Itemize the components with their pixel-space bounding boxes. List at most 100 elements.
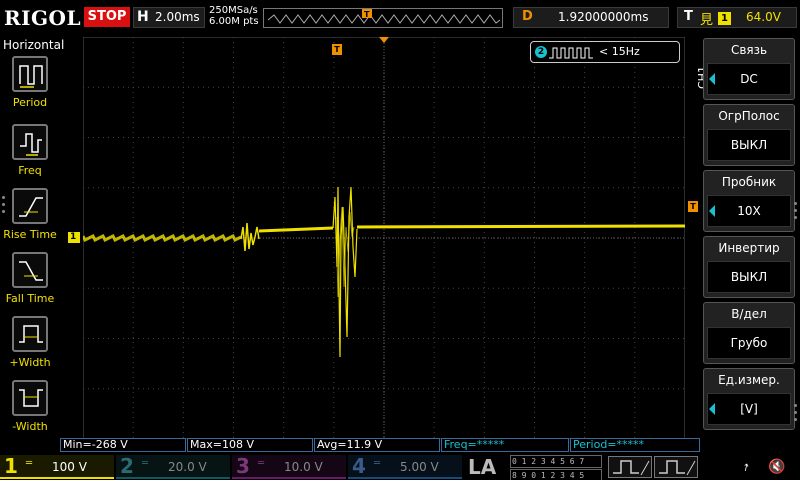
ch2-frequency-indicator: 2 < 15Hz <box>530 41 680 63</box>
delay-label: D <box>522 9 533 24</box>
measure-freq-button[interactable]: Freq <box>0 124 60 188</box>
menu-item-4[interactable]: Инвертир ВЫКЛ <box>703 236 795 298</box>
ch3-number: 3 <box>236 454 250 478</box>
positive-width-icon <box>12 316 48 352</box>
ch2-coupling-icon: ═ <box>142 458 149 469</box>
pulse-train-icon <box>549 47 593 59</box>
waveform-high-2 <box>356 224 685 229</box>
negative-width-icon <box>12 380 48 416</box>
ch2-scale: 20.0 V <box>168 460 207 474</box>
menu-scroll-dots-top <box>794 202 799 223</box>
menu-item-value: Грубо <box>707 327 791 359</box>
waveform-grid <box>83 37 685 439</box>
menu-item-title: Пробник <box>721 175 777 189</box>
decode-pulse-icon <box>613 460 650 476</box>
decode-pulse-icon <box>659 460 696 476</box>
measure-fall-time-label: Fall Time <box>5 292 55 305</box>
menu-item-3[interactable]: Пробник 10X <box>703 170 795 232</box>
trigger-box[interactable]: T ⾒ 1 64.0V <box>677 7 797 28</box>
logic-analyzer-label[interactable]: LA <box>468 455 496 479</box>
measure-negative-width-label: -Width <box>12 420 48 433</box>
decode-2-button[interactable] <box>654 456 698 478</box>
trigger-edge-icon: ⾒ <box>700 13 714 28</box>
meas-avg[interactable]: Avg=11.9 V <box>314 438 440 452</box>
menu-item-title: Связь <box>730 43 768 57</box>
measure-negative-width-button[interactable]: -Width <box>0 380 60 444</box>
ch1-number: 1 <box>4 454 18 478</box>
meas-max[interactable]: Max=108 V <box>187 438 313 452</box>
meas-period[interactable]: Period=***** <box>570 438 700 452</box>
la-row-1: 0 1 2 3 4 5 6 7 <box>510 455 602 468</box>
ch2-number: 2 <box>120 454 134 478</box>
measure-rise-time-button[interactable]: Rise Time <box>0 188 60 252</box>
ch1-offset-marker[interactable]: 1 <box>68 232 80 243</box>
panel-title: Horizontal <box>3 38 65 52</box>
menu-item-2[interactable]: ОгрПолос ВЫКЛ <box>703 104 795 166</box>
trigger-position-marker[interactable]: T <box>332 44 342 55</box>
rise-time-icon <box>12 188 48 224</box>
logic-analyzer-channels[interactable]: 0 1 2 3 4 5 6 7 8 9 0 1 2 3 4 5 <box>510 455 602 480</box>
ch2-frequency-text: < 15Hz <box>599 45 640 58</box>
top-status-bar: RIGOL STOP H 2.00ms 250MSa/s 6.00M pts T… <box>0 0 800 36</box>
measure-positive-width-button[interactable]: +Width <box>0 316 60 380</box>
menu-arrow-icon <box>709 73 715 85</box>
ch2-badge: 2 <box>535 46 547 58</box>
measure-positive-width-label: +Width <box>9 356 51 369</box>
menu-item-value: [V] <box>707 393 791 425</box>
measure-period-button[interactable]: Period <box>0 56 60 120</box>
usb-icon: ⭎ <box>744 459 749 475</box>
meas-freq[interactable]: Freq=***** <box>441 438 569 452</box>
timebase-box[interactable]: H 2.00ms <box>133 7 205 28</box>
ch1-status[interactable]: 1 ═ 100 V <box>0 454 114 479</box>
menu-item-title: ОгрПолос <box>718 109 780 123</box>
menu-item-value: ВЫКЛ <box>707 261 791 293</box>
brand-logo: RIGOL <box>4 6 82 30</box>
timebase-label: H <box>137 9 149 25</box>
trigger-source: 1 <box>718 12 731 25</box>
memory-depth: 6.00M pts <box>209 16 259 27</box>
ch4-scale: 5.00 V <box>400 460 439 474</box>
trigger-label: T <box>684 9 693 24</box>
menu-item-title: В/дел <box>731 307 767 321</box>
channel-status-bar: 1 ═ 100 V 2 ═ 20.0 V 3 ═ 10.0 V 4 ═ 5.00… <box>0 453 800 480</box>
ch3-coupling-icon: ═ <box>258 458 265 469</box>
menu-item-value: 10X <box>707 195 791 227</box>
menu-item-value: DC <box>707 63 791 95</box>
measurement-bar: Min=-268 V Max=108 V Avg=11.9 V Freq=***… <box>60 438 700 452</box>
center-marker-icon <box>379 37 389 43</box>
ch4-coupling-icon: ═ <box>374 458 381 469</box>
ch4-status[interactable]: 4 ═ 5.00 V <box>348 454 462 479</box>
delay-box[interactable]: D 1.92000000ms <box>513 7 669 28</box>
menu-arrow-icon <box>709 403 715 415</box>
freq-icon <box>12 124 48 160</box>
menu-item-6[interactable]: Ед.измер. [V] <box>703 368 795 430</box>
ch3-scale: 10.0 V <box>284 460 323 474</box>
menu-item-value: ВЫКЛ <box>707 129 791 161</box>
trigger-level-marker[interactable]: T <box>688 201 698 212</box>
acquisition-info: 250MSa/s 6.00M pts <box>209 5 259 27</box>
la-row-2: 8 9 0 1 2 3 4 5 <box>510 469 602 480</box>
memory-overview[interactable]: T <box>263 8 503 28</box>
waveform-display[interactable] <box>83 37 685 439</box>
measure-period-label: Period <box>12 96 48 109</box>
menu-arrow-icon <box>709 205 715 217</box>
meas-min[interactable]: Min=-268 V <box>60 438 186 452</box>
measure-rise-time-label: Rise Time <box>3 228 57 241</box>
ch1-coupling-icon: ═ <box>26 458 33 469</box>
sample-rate: 250MSa/s <box>209 5 258 16</box>
ch3-status[interactable]: 3 ═ 10.0 V <box>232 454 346 479</box>
menu-item-1[interactable]: Связь DC <box>703 38 795 100</box>
run-stop-badge[interactable]: STOP <box>84 7 130 27</box>
measure-fall-time-button[interactable]: Fall Time <box>0 252 60 316</box>
decode-1-button[interactable] <box>608 456 652 478</box>
menu-item-5[interactable]: В/дел Грубо <box>703 302 795 364</box>
fall-time-icon <box>12 252 48 288</box>
period-icon <box>12 56 48 92</box>
ch4-number: 4 <box>352 454 366 478</box>
ch1-scale: 100 V <box>52 460 87 474</box>
menu-item-title: Ед.измер. <box>718 373 780 387</box>
horizontal-measure-panel: Horizontal Period Freq Rise Time Fall Ti… <box>0 36 64 440</box>
speaker-muted-icon[interactable]: 🔇 <box>768 459 785 475</box>
ch2-status[interactable]: 2 ═ 20.0 V <box>116 454 230 479</box>
channel-menu: Связь DC ОгрПолос ВЫКЛ Пробник 10X Инвертир ВЫК… <box>703 38 795 438</box>
